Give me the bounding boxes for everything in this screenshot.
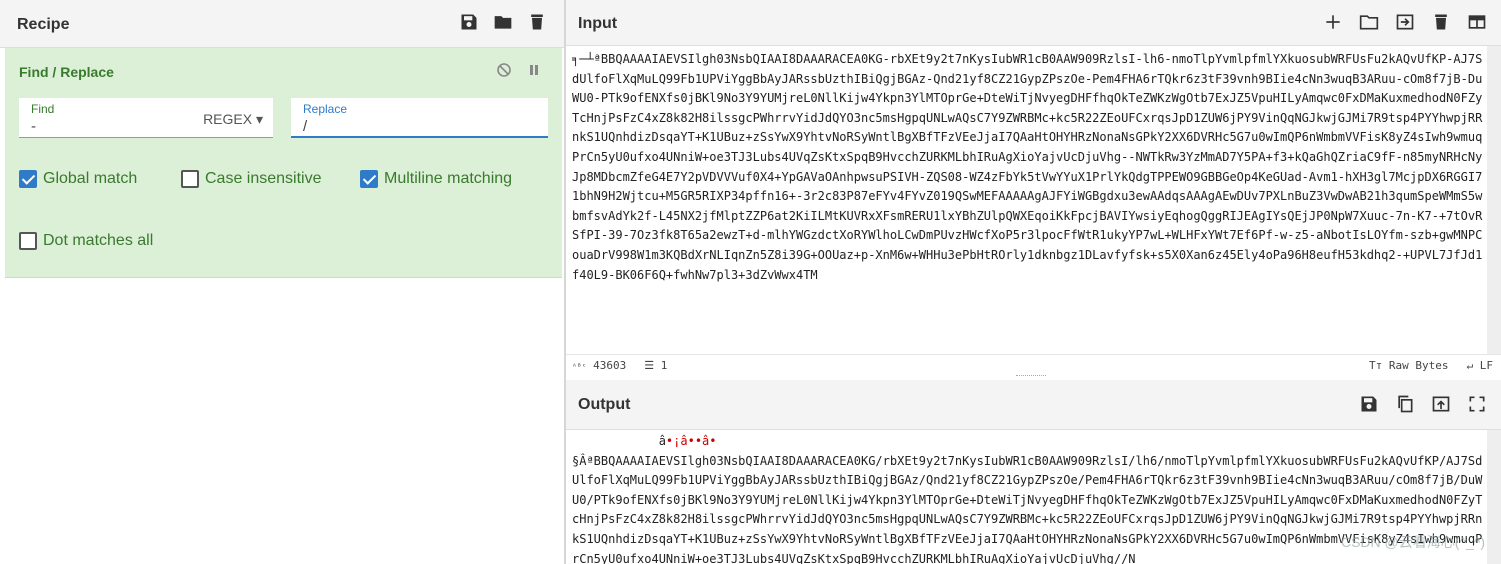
open-folder-icon[interactable] bbox=[1359, 12, 1379, 32]
checkbox-checked-icon[interactable] bbox=[360, 170, 378, 188]
char-count: ᴬᴮᶜ 43603 bbox=[572, 359, 627, 372]
output-toolbar bbox=[1359, 394, 1487, 414]
pause-icon[interactable] bbox=[526, 62, 542, 78]
find-label: Find bbox=[31, 102, 55, 116]
output-scrollbar[interactable] bbox=[1487, 430, 1501, 564]
input-toolbar bbox=[1323, 12, 1487, 32]
case-insensitive-label: Case insensitive bbox=[205, 170, 322, 187]
recipe-toolbar bbox=[459, 12, 547, 32]
checkbox-checked-icon[interactable] bbox=[19, 170, 37, 188]
operation-controls bbox=[496, 62, 542, 78]
output-title: Output bbox=[578, 396, 631, 413]
input-title: Input bbox=[578, 15, 618, 32]
recipe-pane: Recipe Find / Replace Find - REGEX ▾ Rep… bbox=[0, 0, 564, 564]
line-count: ☰ 1 bbox=[644, 359, 668, 372]
fullscreen-icon[interactable] bbox=[1467, 394, 1487, 414]
dot-matches-all-checkbox[interactable]: Dot matches all bbox=[19, 232, 153, 250]
output-first-line: â•¡â••â• bbox=[572, 434, 717, 448]
recipe-title: Recipe bbox=[17, 16, 70, 33]
copy-icon[interactable] bbox=[1395, 394, 1415, 414]
save-icon[interactable] bbox=[459, 12, 479, 32]
input-header: Input bbox=[566, 0, 1501, 46]
watermark: CSDN @云看海心(^_^) bbox=[1340, 534, 1485, 550]
caret-down-icon: ▾ bbox=[255, 111, 263, 127]
import-icon[interactable] bbox=[1395, 12, 1415, 32]
case-insensitive-checkbox[interactable]: Case insensitive bbox=[181, 170, 322, 188]
checkbox-unchecked-icon[interactable] bbox=[19, 232, 37, 250]
plus-icon[interactable] bbox=[1323, 12, 1343, 32]
multiline-matching-checkbox[interactable]: Multiline matching bbox=[360, 170, 512, 188]
folder-icon[interactable] bbox=[493, 12, 513, 32]
multiline-matching-label: Multiline matching bbox=[384, 170, 513, 187]
disable-icon[interactable] bbox=[496, 62, 512, 78]
encoding-selector[interactable]: Tт Raw Bytes bbox=[1369, 359, 1448, 372]
find-field[interactable]: Find - REGEX ▾ bbox=[19, 98, 273, 138]
replace-label: Replace bbox=[303, 102, 348, 116]
input-status-bar: ᴬᴮᶜ 43603 ☰ 1 Tт Raw Bytes ↵ LF bbox=[566, 354, 1501, 377]
global-match-label: Global match bbox=[43, 170, 138, 187]
checkbox-unchecked-icon[interactable] bbox=[181, 170, 199, 188]
find-input[interactable]: - bbox=[31, 118, 36, 135]
regex-dropdown[interactable]: REGEX ▾ bbox=[203, 111, 263, 128]
replace-field[interactable]: Replace / bbox=[291, 98, 548, 138]
operation-title: Find / Replace bbox=[19, 64, 114, 80]
output-header: Output bbox=[566, 380, 1501, 430]
pane-divider[interactable] bbox=[564, 0, 566, 564]
recipe-header: Recipe bbox=[0, 0, 564, 48]
input-scrollbar[interactable] bbox=[1487, 46, 1501, 354]
cyberchef-app: Recipe Find / Replace Find - REGEX ▾ Rep… bbox=[0, 0, 1501, 564]
trash-icon[interactable] bbox=[527, 12, 547, 32]
save-icon[interactable] bbox=[1359, 394, 1379, 414]
find-replace-operation: Find / Replace Find - REGEX ▾ Replace / … bbox=[5, 48, 562, 278]
regex-label: REGEX bbox=[203, 111, 253, 127]
layout-icon[interactable] bbox=[1467, 12, 1487, 32]
input-textarea[interactable]: ╕─┴ªBBQAAAAIAEVSIlgh03NsbQIAAI8DAAARACEA… bbox=[572, 50, 1484, 352]
trash-icon[interactable] bbox=[1431, 12, 1451, 32]
replace-input[interactable]: / bbox=[303, 118, 307, 135]
eol-selector[interactable]: ↵ LF bbox=[1467, 359, 1494, 372]
upload-icon[interactable] bbox=[1431, 394, 1451, 414]
global-match-checkbox[interactable]: Global match bbox=[19, 170, 137, 188]
dot-matches-all-label: Dot matches all bbox=[43, 232, 154, 249]
